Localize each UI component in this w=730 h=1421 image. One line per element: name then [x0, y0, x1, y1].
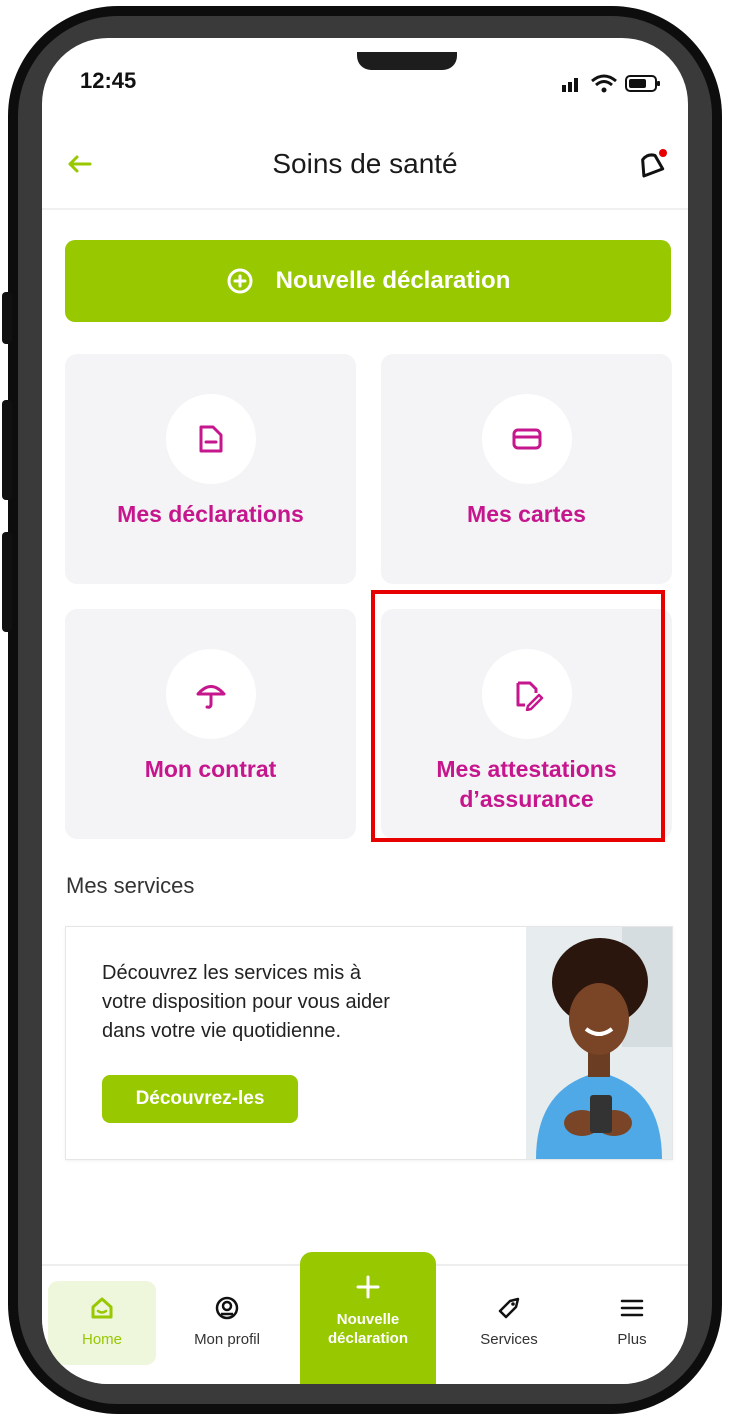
nav-home[interactable]: Home — [48, 1281, 156, 1365]
highlight-box — [371, 590, 665, 842]
tile-mon-contrat[interactable]: Mon contrat — [65, 609, 356, 839]
tile-icon-circle — [165, 394, 256, 484]
app-header: Soins de santé — [42, 134, 688, 210]
side-button — [2, 400, 12, 500]
umbrella-icon — [196, 685, 225, 709]
notch — [357, 52, 457, 70]
profile-icon — [215, 1296, 239, 1320]
phone-screen: 12:45 Soins de santé Nouvelle déclaratio… — [42, 38, 688, 1384]
status-icons — [556, 72, 666, 94]
services-text-line: votre disposition pour vous aider — [102, 991, 390, 1013]
nav-plus[interactable]: Plus — [582, 1281, 682, 1365]
tile-icon-circle — [165, 649, 256, 739]
nav-profile[interactable]: Mon profil — [172, 1281, 282, 1365]
page-title: Soins de santé — [272, 148, 458, 179]
bell-icon — [641, 149, 667, 178]
bottom-navigation: Home Mon profil Nouvelle déclaration Ser… — [42, 1252, 688, 1384]
tile-icon-circle — [481, 394, 572, 484]
nav-label: Home — [81, 1331, 122, 1348]
services-card: Découvrez les services mis à votre dispo… — [65, 926, 673, 1160]
signal-wifi-battery-icon — [562, 74, 660, 93]
nav-label: Plus — [617, 1331, 647, 1348]
woman-with-phone-image — [526, 927, 672, 1159]
tile-label: Mon contrat — [144, 756, 277, 782]
nav-label-line: déclaration — [327, 1330, 409, 1347]
side-button — [2, 292, 12, 344]
tag-icon — [498, 1297, 520, 1319]
new-declaration-label: Nouvelle déclaration — [275, 267, 511, 294]
plus-icon — [356, 1275, 380, 1299]
notifications-button[interactable] — [630, 144, 670, 184]
nav-label: Nouvelle déclaration — [328, 1310, 408, 1348]
services-text-line: Découvrez les services mis à — [102, 962, 361, 984]
new-declaration-button[interactable]: Nouvelle déclaration — [65, 240, 671, 322]
nav-label: Services — [480, 1331, 538, 1348]
plus-circle-icon — [227, 268, 253, 294]
tile-label: Mes cartes — [467, 501, 586, 527]
home-icon — [91, 1297, 113, 1319]
document-icon — [199, 425, 222, 453]
services-text-line: dans votre vie quotidienne. — [102, 1020, 342, 1042]
card-icon — [512, 428, 541, 450]
section-title: Mes services — [66, 873, 195, 898]
nav-label: Mon profil — [194, 1331, 260, 1348]
nav-services[interactable]: Services — [454, 1281, 564, 1365]
status-time: 12:45 — [80, 68, 137, 93]
tile-mes-declarations[interactable]: Mes déclarations — [65, 354, 356, 584]
nav-label-line: Nouvelle — [336, 1311, 400, 1328]
discover-button[interactable]: Découvrez-les — [102, 1075, 298, 1123]
tile-mes-cartes[interactable]: Mes cartes — [381, 354, 672, 584]
tile-label: Mes déclarations — [117, 501, 304, 527]
side-button — [2, 532, 12, 632]
services-description: Découvrez les services mis à votre dispo… — [102, 959, 482, 1046]
menu-icon — [620, 1299, 644, 1317]
nav-new-declaration[interactable]: Nouvelle déclaration — [300, 1252, 436, 1384]
